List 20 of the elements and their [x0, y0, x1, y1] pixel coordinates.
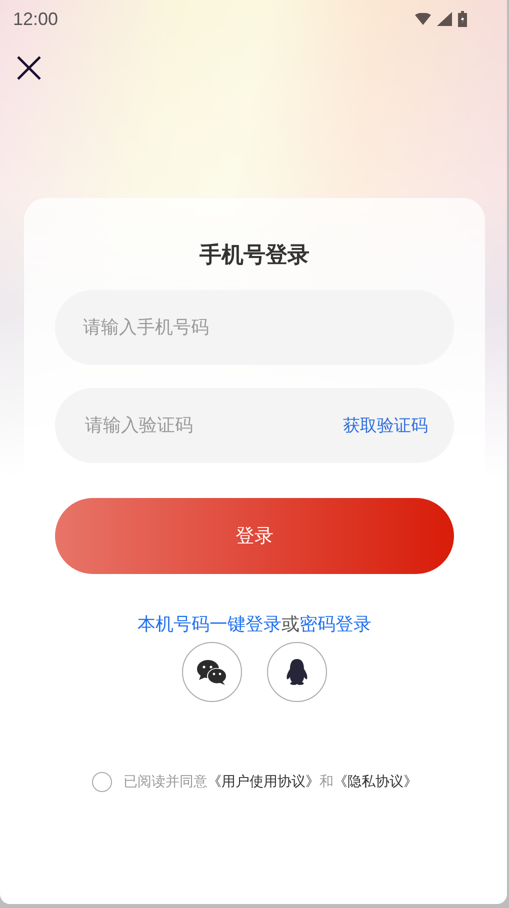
agreement-checkbox[interactable] [92, 772, 112, 792]
code-field[interactable]: 请输入验证码 获取验证码 [55, 388, 454, 463]
phone-field[interactable]: 请输入手机号码 [55, 290, 454, 365]
battery-icon [458, 11, 467, 27]
close-button[interactable] [16, 55, 42, 81]
login-button[interactable]: 登录 [55, 498, 454, 574]
penguin-icon [285, 658, 309, 686]
one-tap-login-link[interactable]: 本机号码一键登录 [138, 612, 282, 636]
chat-bubbles-icon [196, 658, 228, 686]
terms-link[interactable]: 《用户使用协议》 [208, 773, 320, 791]
privacy-link[interactable]: 《隐私协议》 [334, 773, 418, 791]
status-time: 12:00 [13, 8, 58, 30]
password-login-link[interactable]: 密码登录 [300, 612, 372, 636]
or-text: 或 [282, 613, 300, 636]
and-text: 和 [320, 773, 334, 791]
signal-icon [437, 12, 452, 26]
login-title: 手机号登录 [200, 242, 310, 270]
get-code-link[interactable]: 获取验证码 [343, 414, 428, 437]
wifi-icon [415, 13, 431, 25]
agreement-text: 已阅读并同意 [124, 773, 208, 791]
